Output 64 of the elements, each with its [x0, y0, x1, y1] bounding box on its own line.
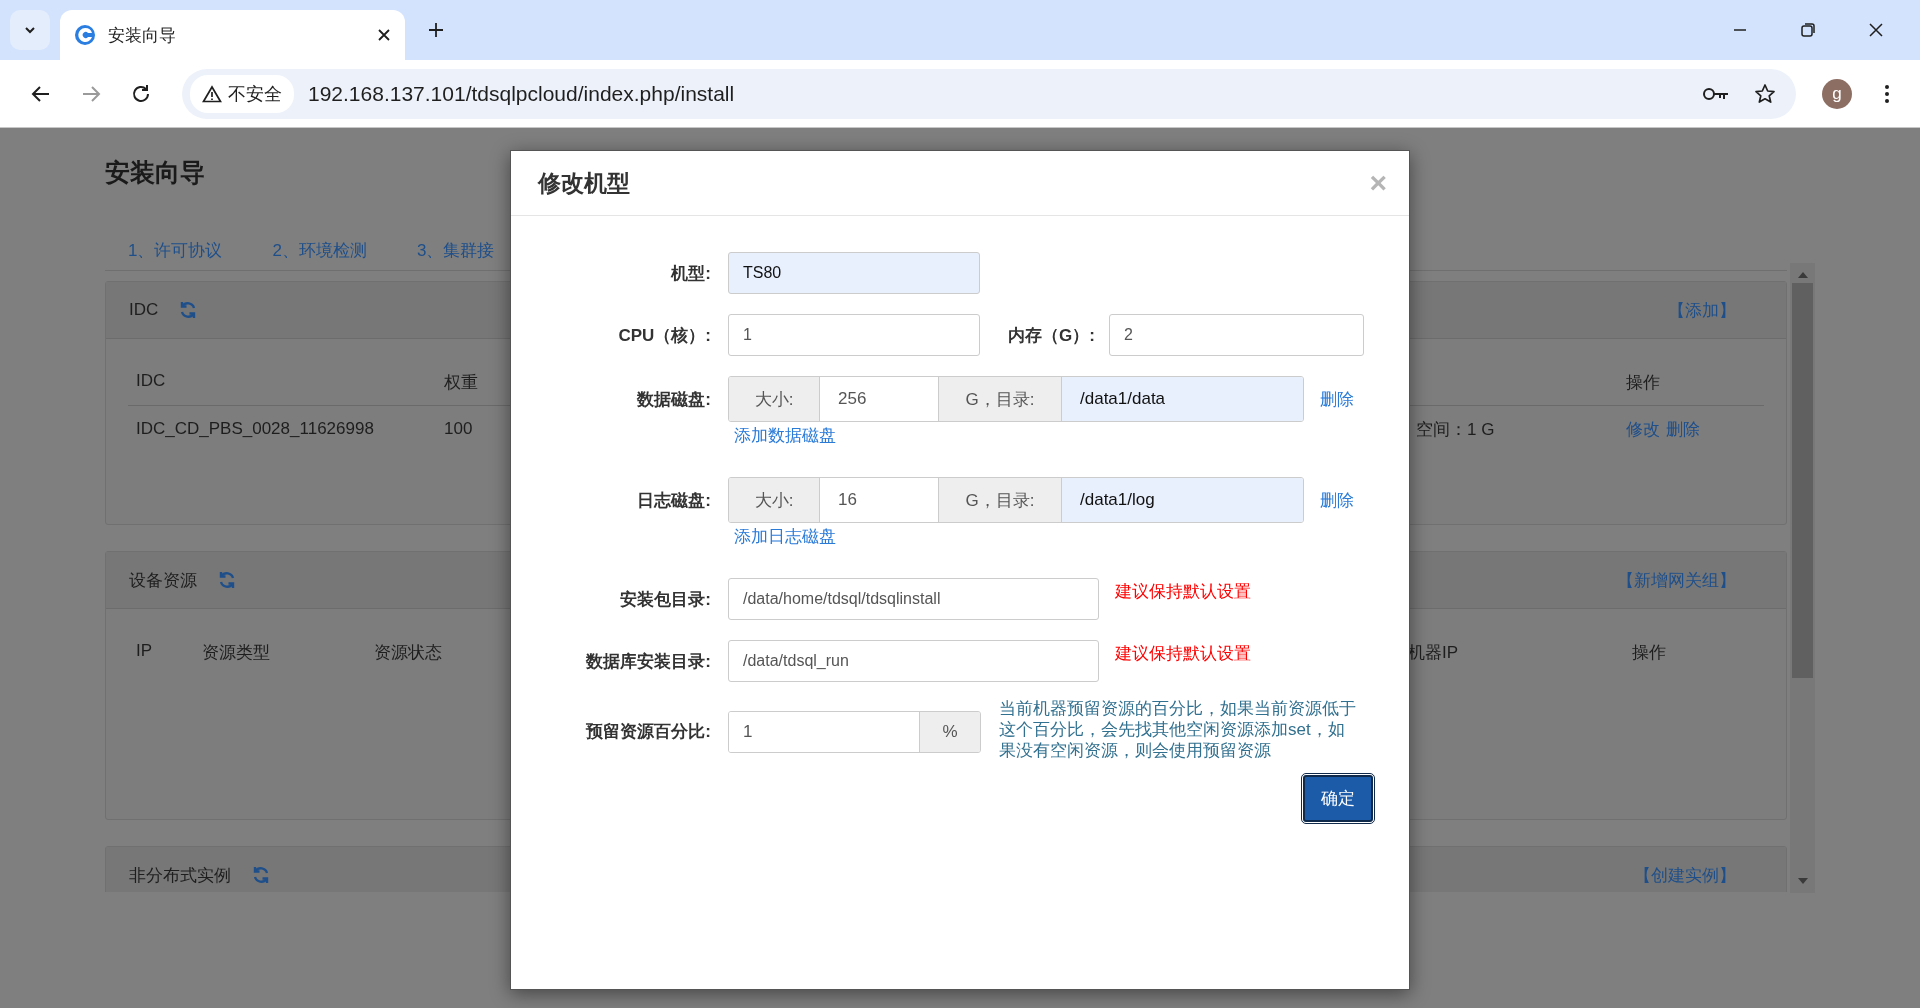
- confirm-button[interactable]: 确定: [1303, 775, 1373, 822]
- scrollbar-thumb[interactable]: [1792, 283, 1813, 678]
- table-cell-text: IDC_CD_PBS_0028_11626998: [136, 419, 375, 439]
- input-field[interactable]: /data/tdsql_run: [728, 640, 1099, 682]
- input-addon: 大小:: [729, 377, 820, 421]
- scroll-down-icon[interactable]: [1796, 877, 1809, 885]
- star-icon[interactable]: [1754, 82, 1776, 105]
- page-title: 安装向导: [105, 157, 205, 188]
- input-addon: %: [919, 711, 980, 752]
- table-cell-text: 100: [444, 419, 474, 439]
- browser-tab[interactable]: 安装向导: [60, 10, 405, 60]
- add-disk-link[interactable]: 添加日志磁盘: [734, 527, 836, 546]
- add-disk-link[interactable]: 添加数据磁盘: [734, 426, 836, 445]
- delete-link[interactable]: 删除: [1320, 387, 1354, 411]
- reload-icon[interactable]: [130, 82, 152, 105]
- panel-title: IDC: [129, 300, 159, 320]
- delete-link[interactable]: 删除: [1320, 488, 1354, 512]
- close-window-icon[interactable]: [1868, 22, 1884, 38]
- help-text: 当前机器预留资源的百分比，如果当前资源低于这个百分比，会先找其他空闲资源添加set，如果没有空闲资源，则会使用预留资源: [999, 698, 1357, 761]
- field-label: 机型:: [670, 262, 711, 285]
- panel-title: 非分布式实例: [129, 864, 231, 887]
- field-label: 数据库安装目录:: [585, 650, 711, 673]
- dialog-title: 修改机型: [538, 168, 631, 198]
- disk-input-group[interactable]: 大小: 16 G，目录: /data1/log: [728, 477, 1304, 523]
- tab-title: 安装向导: [108, 24, 177, 47]
- new-tab-icon[interactable]: [427, 21, 445, 39]
- field-label: CPU（核）:: [617, 324, 711, 347]
- input-field[interactable]: /data1/data: [1062, 377, 1303, 421]
- field-label: 安装包目录:: [619, 588, 711, 611]
- input-field[interactable]: 2: [1108, 314, 1364, 356]
- profile-avatar[interactable]: g: [1822, 78, 1852, 109]
- input-addon: G，目录:: [938, 478, 1062, 522]
- scrollbar[interactable]: [1790, 263, 1815, 893]
- menu-icon[interactable]: [1884, 82, 1890, 105]
- field-label: 预留资源百分比:: [584, 721, 711, 743]
- input-addon: 大小:: [729, 478, 820, 522]
- input-field[interactable]: /data/home/tdsql/tdsqlinstall: [728, 578, 1099, 620]
- table-cell-text: 空间：1 G: [1416, 418, 1496, 441]
- input-field[interactable]: TS80: [728, 252, 980, 294]
- warning-note: 建议保持默认设置: [1115, 581, 1251, 603]
- column-header: 权重: [444, 371, 479, 394]
- address-text[interactable]: 192.168.137.101/tdsqlpcloud/index.php/install: [308, 81, 735, 106]
- panel-title: 设备资源: [129, 569, 197, 592]
- input-field[interactable]: /data1/log: [1062, 478, 1303, 522]
- column-header: 资源状态: [374, 641, 443, 664]
- column-header: IDC: [136, 370, 167, 392]
- column-header: 操作: [1632, 641, 1667, 664]
- column-header: 资源类型: [202, 641, 271, 664]
- warning-icon: [202, 84, 222, 103]
- input-field[interactable]: 1: [728, 314, 980, 356]
- security-chip[interactable]: 不安全: [190, 74, 294, 113]
- warning-note: 建议保持默认设置: [1115, 643, 1251, 665]
- column-header: IP: [136, 640, 154, 662]
- close-icon[interactable]: [377, 28, 391, 42]
- field-label: 内存（G）:: [1008, 324, 1095, 347]
- disk-input-group[interactable]: 大小: 256 G，目录: /data1/data: [728, 376, 1304, 422]
- restore-icon[interactable]: [1800, 22, 1816, 38]
- scroll-up-icon[interactable]: [1796, 271, 1809, 279]
- field-label: 日志磁盘:: [636, 489, 711, 512]
- favicon-icon: [74, 24, 96, 46]
- column-header: 操作: [1626, 371, 1661, 394]
- percent-input-group[interactable]: 1 %: [728, 710, 981, 753]
- input-addon: G，目录:: [938, 377, 1062, 421]
- field-label: 数据磁盘:: [636, 388, 711, 411]
